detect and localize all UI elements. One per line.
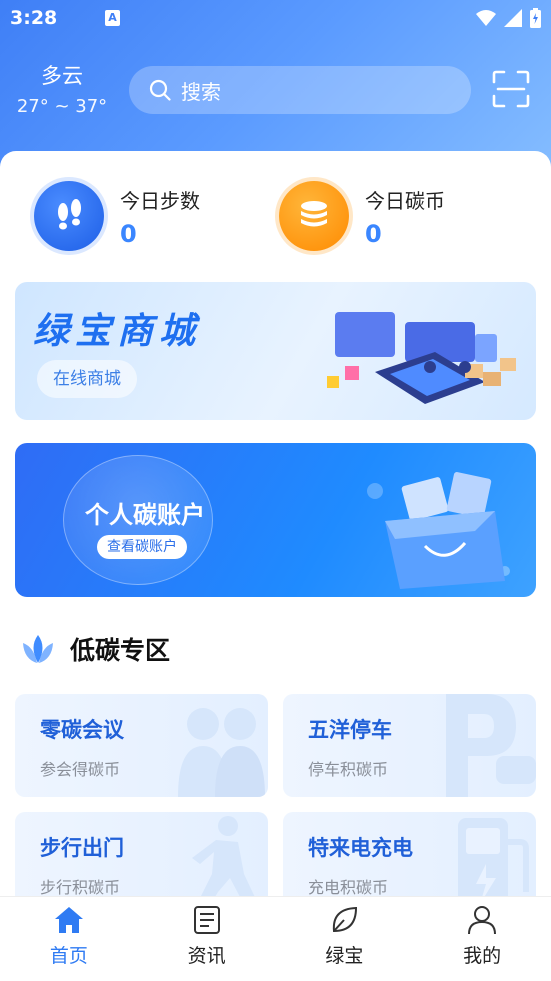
mall-banner[interactable]: 绿宝商城 在线商城 [15, 282, 536, 420]
steps-value: 0 [120, 219, 137, 248]
lotus-icon [23, 635, 53, 663]
status-time: 3:28 [10, 7, 58, 29]
tab-lvbao[interactable]: 绿宝 [276, 897, 414, 981]
main-content: 今日步数 0 今日碳币 0 绿宝商城 在线商城 个人碳账户 查看碳账户 低碳专区… [0, 151, 551, 911]
leaf-icon [333, 906, 358, 933]
today-carbon-coins[interactable]: 今日碳币 0 [279, 181, 445, 251]
carbon-account-banner[interactable]: 个人碳账户 查看碳账户 [15, 443, 536, 597]
logistics-illustration [327, 312, 516, 404]
news-icon [193, 906, 220, 934]
coins-value: 0 [365, 219, 382, 248]
search-bar[interactable]: 搜索 [129, 66, 471, 114]
zero-carbon-meeting-tile[interactable]: 零碳会议 参会得碳币 [15, 694, 268, 797]
tab-label: 绿宝 [325, 945, 364, 967]
tab-label: 我的 [463, 945, 502, 967]
weather-widget[interactable]: 多云 27° ~ 37° [14, 60, 110, 117]
home-icon [54, 907, 83, 933]
weather-temperature: 27° ~ 37° [16, 96, 108, 117]
tile-subtitle: 停车积碳币 [308, 760, 389, 779]
tab-label: 资讯 [187, 945, 226, 967]
parking-icon [446, 694, 536, 797]
today-steps[interactable]: 今日步数 0 [34, 181, 200, 251]
section-title: 低碳专区 [70, 636, 171, 665]
scan-icon[interactable] [492, 70, 530, 108]
wifi-icon [476, 10, 496, 26]
meeting-people-icon [178, 708, 265, 797]
tile-subtitle: 充电积碳币 [308, 878, 389, 897]
notification-icon: A [105, 10, 120, 26]
tab-news[interactable]: 资讯 [138, 897, 276, 981]
status-icons [476, 8, 541, 28]
user-icon [468, 906, 497, 935]
wuyang-parking-tile[interactable]: 五洋停车 停车积碳币 [283, 694, 536, 797]
online-mall-button[interactable]: 在线商城 [37, 360, 137, 398]
footprints-icon [34, 181, 104, 251]
weather-condition: 多云 [41, 64, 83, 88]
mall-title: 绿宝商城 [33, 311, 202, 352]
search-placeholder: 搜索 [181, 79, 221, 104]
tile-subtitle: 步行积碳币 [40, 878, 121, 897]
tab-home[interactable]: 首页 [0, 897, 138, 981]
search-icon [149, 79, 171, 101]
account-title: 个人碳账户 [85, 501, 205, 529]
bottom-tab-bar: 首页 资讯 绿宝 我的 [0, 896, 551, 981]
tile-subtitle: 参会得碳币 [40, 760, 121, 779]
tab-label: 首页 [49, 945, 88, 967]
low-carbon-section-header: 低碳专区 [20, 631, 170, 667]
tile-title: 特来电充电 [308, 836, 413, 860]
coin-stack-icon [279, 181, 349, 251]
status-bar: 3:28 A [0, 0, 551, 38]
battery-icon [530, 8, 541, 28]
signal-icon [504, 9, 522, 27]
coins-label: 今日碳币 [365, 188, 445, 213]
tile-title: 零碳会议 [40, 718, 124, 742]
view-account-button[interactable]: 查看碳账户 [97, 535, 187, 559]
tab-mine[interactable]: 我的 [413, 897, 551, 981]
shopping-bag-illustration [367, 472, 510, 589]
tile-title: 五洋停车 [308, 718, 392, 742]
tile-title: 步行出门 [40, 836, 124, 860]
steps-label: 今日步数 [120, 188, 200, 213]
